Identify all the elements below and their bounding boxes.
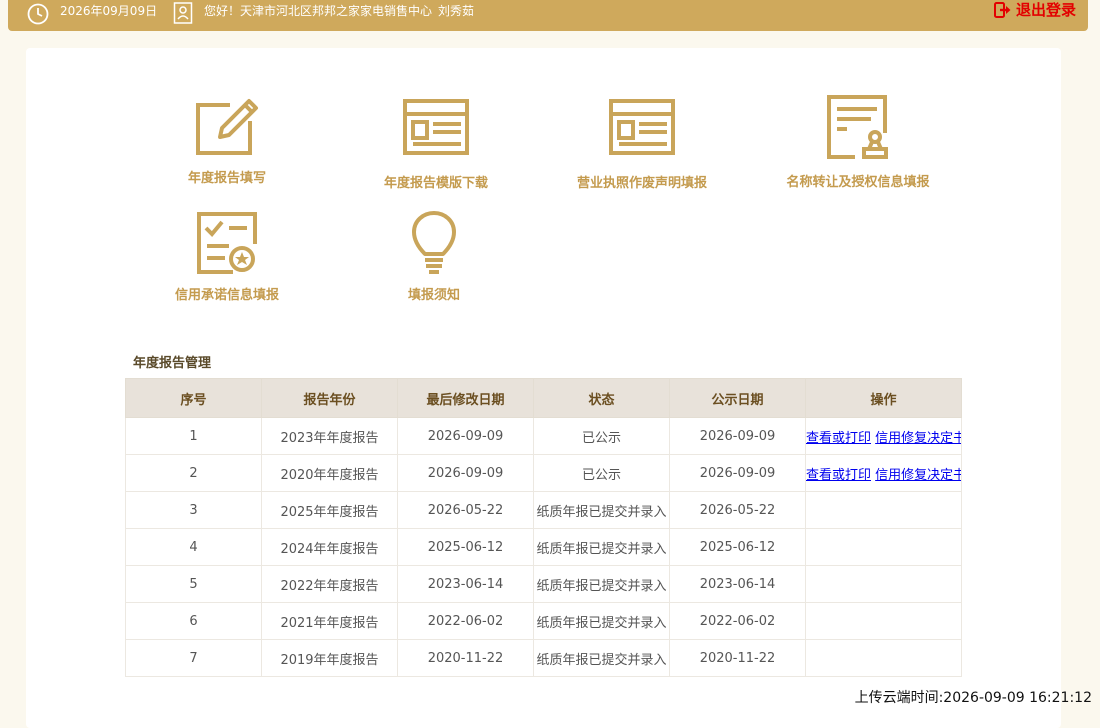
cell-status: 已公示 [533,417,670,455]
cell-status: 已公示 [533,454,670,492]
table-header-row: 序号 报告年份 最后修改日期 状态 公示日期 操作 [125,378,962,418]
cell-index: 5 [125,565,262,603]
tile-label: 名称转让及授权信息填报 [786,175,930,190]
tile-label: 信用承诺信息填报 [174,288,279,303]
cell-modified: 2025-06-12 [397,528,534,566]
cell-year: 2021年年度报告 [261,602,398,640]
table-row: 1 2023年年度报告 2026-09-09 已公示 2026-09-09 查看… [125,417,962,455]
header-actions: 操作 [805,378,962,418]
cell-actions [805,565,962,603]
table-row: 7 2019年年度报告 2020-11-22 纸质年报已提交并录入 2020-1… [125,639,962,677]
cell-actions [805,639,962,677]
current-date: 2026年09月09日 [60,4,158,18]
table-row: 2 2020年年度报告 2026-09-09 已公示 2026-09-09 查看… [125,454,962,492]
credit-repair-link[interactable]: 信用修复决定书 [875,431,960,446]
cell-status: 纸质年报已提交并录入 [533,565,670,603]
cell-index: 3 [125,491,262,529]
cell-index: 4 [125,528,262,566]
cell-modified: 2026-09-09 [397,417,534,455]
cell-index: 6 [125,602,262,640]
document-stamp-icon [827,95,888,159]
cell-year: 2025年年度报告 [261,491,398,529]
user-name: 刘秀茹 [438,4,475,18]
license-window-icon [609,99,675,155]
main-panel: 年度报告填写 年度报告模版下载 营业执照作废声明填报 名称转让及授权信息填报 信… [26,48,1061,728]
cell-modified: 2026-05-22 [397,491,534,529]
view-print-link[interactable]: 查看或打印 [807,431,872,446]
cell-actions: 查看或打印 信用修复决定书 [805,454,962,492]
checklist-badge-icon [197,212,257,274]
cell-status: 纸质年报已提交并录入 [533,639,670,677]
cell-publish-date: 2022-06-02 [669,602,806,640]
table-row: 5 2022年年度报告 2023-06-14 纸质年报已提交并录入 2023-0… [125,565,962,603]
tile-template-download[interactable]: 年度报告模版下载 [366,98,506,191]
header-publish-date: 公示日期 [669,378,806,418]
table-row: 6 2021年年度报告 2022-06-02 纸质年报已提交并录入 2022-0… [125,602,962,640]
annual-report-table: 序号 报告年份 最后修改日期 状态 公示日期 操作 1 2023年年度报告 20… [125,378,962,677]
cell-status: 纸质年报已提交并录入 [533,528,670,566]
cell-modified: 2026-09-09 [397,454,534,492]
cell-index: 2 [125,454,262,492]
cell-year: 2020年年度报告 [261,454,398,492]
top-bar: 2026年09月09日 您好！天津市河北区邦邦之家家电销售中心 刘秀茹 退出登录 [8,0,1088,31]
company-greeting: 您好！天津市河北区邦邦之家家电销售中心 [204,4,433,18]
tile-credit-commitment[interactable]: 信用承诺信息填报 [166,210,288,303]
tile-label: 年度报告模版下载 [383,176,488,191]
view-print-link[interactable]: 查看或打印 [807,468,872,483]
cell-publish-date: 2026-09-09 [669,417,806,455]
cell-status: 纸质年报已提交并录入 [533,491,670,529]
cell-publish-date: 2023-06-14 [669,565,806,603]
tile-label: 营业执照作废声明填报 [576,176,707,191]
cell-year: 2024年年度报告 [261,528,398,566]
header-index: 序号 [125,378,262,418]
logout-label: 退出登录 [1015,1,1076,19]
upload-time: 上传云端时间:2026-09-09 16:21:12 [854,690,1092,706]
header-status: 状态 [533,378,670,418]
credit-repair-link[interactable]: 信用修复决定书 [875,468,960,483]
tile-license-void-declaration[interactable]: 营业执照作废声明填报 [566,98,718,191]
table-row: 3 2025年年度报告 2026-05-22 纸质年报已提交并录入 2026-0… [125,491,962,529]
user-badge-icon [173,2,193,24]
tile-label: 年度报告填写 [187,171,266,186]
cell-publish-date: 2020-11-22 [669,639,806,677]
cell-index: 1 [125,417,262,455]
cell-actions [805,602,962,640]
lightbulb-icon [412,211,456,274]
cell-year: 2022年年度报告 [261,565,398,603]
logout-button[interactable]: 退出登录 [993,0,1076,20]
tile-label: 填报须知 [407,288,460,303]
cell-actions: 查看或打印 信用修复决定书 [805,417,962,455]
greeting-text: 您好！天津市河北区邦邦之家家电销售中心 刘秀茹 [204,4,474,18]
section-title: 年度报告管理 [133,356,212,371]
logout-icon [993,1,1011,18]
cell-modified: 2023-06-14 [397,565,534,603]
tile-filing-notice[interactable]: 填报须知 [386,210,482,303]
cell-modified: 2020-11-22 [397,639,534,677]
pencil-edit-icon [196,99,258,155]
tile-annual-report-fill[interactable]: 年度报告填写 [166,93,288,186]
cell-publish-date: 2026-05-22 [669,491,806,529]
cell-index: 7 [125,639,262,677]
cell-status: 纸质年报已提交并录入 [533,602,670,640]
cell-publish-date: 2026-09-09 [669,454,806,492]
header-modified: 最后修改日期 [397,378,534,418]
tile-name-transfer[interactable]: 名称转让及授权信息填报 [778,93,938,190]
clock-icon [27,3,49,25]
cell-actions [805,528,962,566]
cell-year: 2019年年度报告 [261,639,398,677]
header-year: 报告年份 [261,378,398,418]
cell-publish-date: 2025-06-12 [669,528,806,566]
cell-actions [805,491,962,529]
cell-modified: 2022-06-02 [397,602,534,640]
table-row: 4 2024年年度报告 2025-06-12 纸质年报已提交并录入 2025-0… [125,528,962,566]
cell-year: 2023年年度报告 [261,417,398,455]
template-window-icon [403,99,469,155]
